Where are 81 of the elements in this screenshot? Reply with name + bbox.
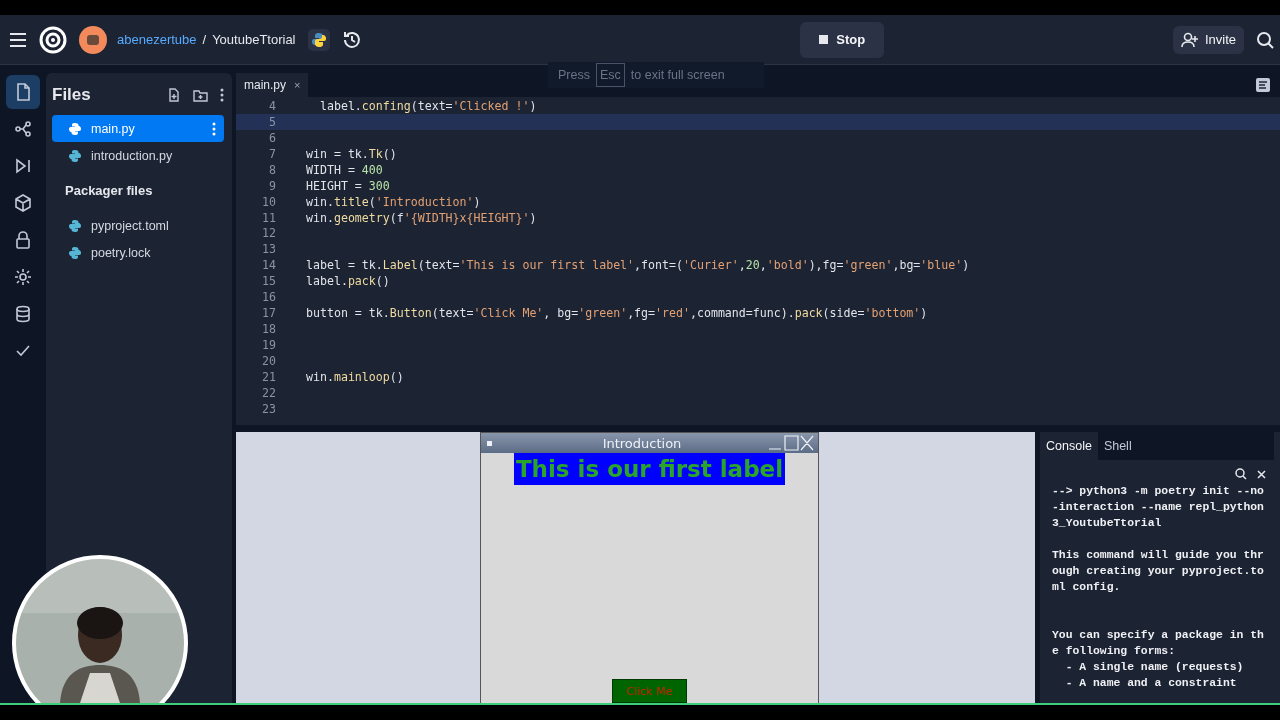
close-tab-button[interactable]: × <box>294 79 301 91</box>
code-line: label.confing(text='Clicked !') <box>318 98 537 113</box>
stop-button[interactable]: Stop <box>800 21 885 58</box>
code-line: WIDTH = 400 <box>306 162 383 177</box>
console-line: - A single name (requests) <box>1064 661 1244 673</box>
key-badge: Esc <box>595 63 625 87</box>
window-menu-icon[interactable] <box>487 440 492 446</box>
console-line: You can specify a package in th <box>1052 629 1264 641</box>
window-title: Introduction <box>601 435 683 451</box>
console-line: ml config. <box>1052 581 1121 593</box>
line-number: 12 <box>261 226 277 241</box>
code-line: label = tk.Label(text='This is our first label',font=('Curier',20,'bold'),fg='green',bg='blue') <box>306 258 970 273</box>
line-number: 14 <box>261 258 277 273</box>
python-icon <box>307 28 330 51</box>
search-icon[interactable] <box>1235 468 1247 480</box>
path-separator: / <box>202 32 207 47</box>
line-number: 21 <box>261 369 277 384</box>
line-number: 11 <box>261 210 277 225</box>
line-number: 8 <box>268 162 277 177</box>
line-number: 13 <box>261 242 277 257</box>
files-icon[interactable] <box>6 75 40 109</box>
python-file-icon <box>68 218 82 233</box>
file-item[interactable]: introduction.py <box>52 142 224 169</box>
invite-button[interactable]: Invite <box>1172 25 1244 54</box>
window-controls-icon[interactable] <box>768 435 814 451</box>
code-line: win = tk.Tk() <box>306 146 397 161</box>
console-line: - A name and a constraint <box>1064 677 1237 689</box>
toast-text: Press <box>558 68 590 82</box>
search-icon[interactable] <box>1256 30 1274 49</box>
python-file-icon <box>68 121 82 136</box>
toast-text: to exit full screen <box>630 68 725 82</box>
line-number: 17 <box>261 306 277 321</box>
new-file-icon[interactable] <box>167 88 181 102</box>
file-item[interactable]: poetry.lock <box>52 239 224 266</box>
add-person-icon <box>1180 31 1199 48</box>
line-number: 5 <box>268 114 277 129</box>
code-line: HEIGHT = 300 <box>306 178 390 193</box>
kebab-icon[interactable] <box>212 121 216 136</box>
section-heading: Packager files <box>64 182 154 200</box>
line-number: 4 <box>268 98 277 113</box>
line-number: 16 <box>261 290 277 305</box>
files-title: Files <box>52 85 92 105</box>
console-line: This command will guide you thr <box>1052 549 1264 561</box>
line-number: 9 <box>268 178 277 193</box>
code-line: win.title('Introduction') <box>306 194 481 209</box>
line-number: 20 <box>261 353 277 368</box>
outline-icon[interactable] <box>1256 78 1270 92</box>
code-line: win.mainloop() <box>306 369 404 384</box>
console-tab[interactable]: Shell <box>1097 432 1138 460</box>
file-item[interactable]: main.py <box>52 115 224 142</box>
line-number: 18 <box>261 322 277 337</box>
line-number: 10 <box>261 194 277 209</box>
logo-icon[interactable] <box>39 25 67 54</box>
line-number: 23 <box>261 401 277 416</box>
console-line: 3_YoutubeTtorial <box>1052 517 1162 529</box>
menu-icon[interactable] <box>9 32 27 47</box>
console-tab[interactable]: Console <box>1040 432 1098 460</box>
tk-label: This is our first label <box>513 453 786 485</box>
close-icon[interactable] <box>1257 469 1266 479</box>
history-icon[interactable] <box>341 29 362 50</box>
kebab-icon[interactable] <box>220 88 224 102</box>
code-line: win.geometry(f'{WIDTH}x{HEIGHT}') <box>306 210 537 225</box>
line-number: 7 <box>268 146 277 161</box>
line-number: 22 <box>261 385 277 400</box>
python-file-icon <box>68 245 82 260</box>
console-line: --> python3 -m poetry init --no <box>1052 485 1264 497</box>
repl-name[interactable]: YoutubeTtorial <box>212 32 296 47</box>
line-number: 19 <box>261 338 277 353</box>
owner-link[interactable]: abenezertube <box>117 32 197 47</box>
editor-tab[interactable]: main.py × <box>236 73 309 97</box>
python-file-icon <box>68 148 82 163</box>
file-item[interactable]: pyproject.toml <box>52 212 224 239</box>
line-number: 15 <box>261 274 277 289</box>
console-line: -interaction --name repl_python <box>1052 501 1264 513</box>
avatar-icon[interactable] <box>79 25 107 54</box>
console-line: e following forms: <box>1052 645 1176 657</box>
console-line: ough creating your pyproject.to <box>1052 565 1264 577</box>
code-line: label.pack() <box>306 274 390 289</box>
line-number: 6 <box>268 130 277 145</box>
new-folder-icon[interactable] <box>193 88 208 102</box>
code-line: button = tk.Button(text='Click Me', bg='green',fg='red',command=func).pack(side='bottom') <box>306 306 928 321</box>
